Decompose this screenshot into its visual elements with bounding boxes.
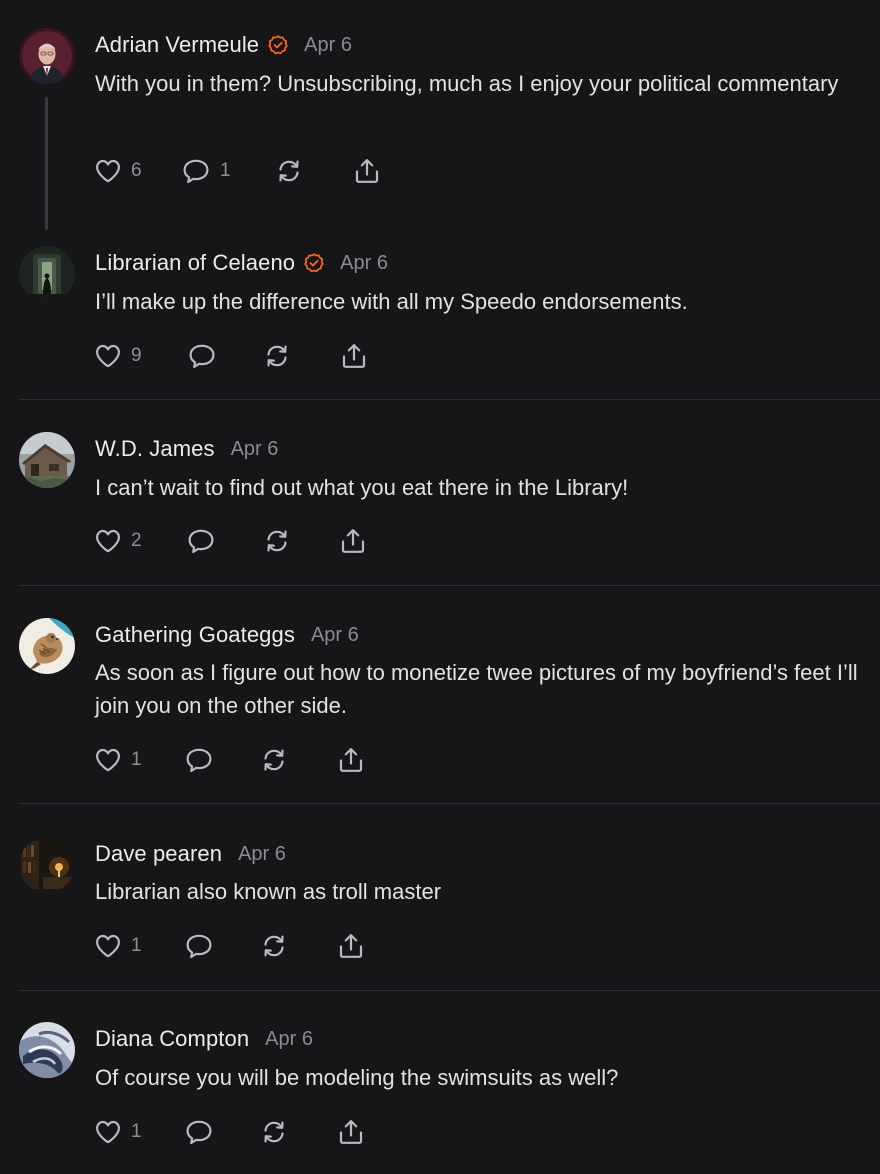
verified-badge-icon	[268, 35, 288, 55]
author-name[interactable]: Adrian Vermeule	[95, 32, 259, 58]
restack-icon	[262, 526, 292, 556]
comment-text: With you in them? Unsubscribing, much as…	[95, 71, 839, 96]
comment-text: I’ll make up the difference with all my …	[95, 289, 688, 314]
share-icon	[336, 931, 366, 961]
bird-drawing-icon	[19, 618, 75, 674]
avatar[interactable]	[19, 618, 75, 674]
restack-button[interactable]	[262, 526, 292, 556]
avatar[interactable]	[19, 432, 75, 488]
divider	[19, 585, 880, 586]
comment-bubble-icon	[186, 527, 216, 555]
avatar[interactable]	[19, 1022, 75, 1078]
author-name[interactable]: Diana Compton	[95, 1026, 249, 1052]
reply-button[interactable]	[186, 526, 216, 556]
comment-header: Adrian Vermeule Apr 6	[95, 30, 352, 60]
like-button[interactable]: 1	[94, 745, 142, 775]
verified-badge-icon	[304, 253, 324, 273]
like-count: 2	[131, 530, 142, 551]
share-button[interactable]	[352, 156, 382, 186]
old-cabin-icon	[19, 432, 75, 488]
comment-header: Dave pearen Apr 6	[95, 839, 286, 869]
heart-icon	[94, 746, 122, 774]
comment-text: Of course you will be modeling the swims…	[95, 1065, 619, 1090]
reply-count: 1	[220, 160, 231, 181]
comment-header: Librarian of Celaeno Apr 6	[95, 248, 388, 278]
comment-date[interactable]: Apr 6	[238, 843, 286, 866]
restack-icon	[259, 1117, 289, 1147]
restack-button[interactable]	[262, 341, 292, 371]
share-button[interactable]	[338, 526, 368, 556]
like-count: 1	[131, 749, 142, 770]
reply-button[interactable]	[184, 1117, 214, 1147]
comment-date[interactable]: Apr 6	[304, 34, 352, 57]
comment-date[interactable]: Apr 6	[231, 438, 279, 461]
restack-icon	[259, 745, 289, 775]
like-button[interactable]: 2	[94, 526, 142, 556]
share-icon	[336, 1117, 366, 1147]
heart-icon	[94, 527, 122, 555]
avatar[interactable]	[19, 837, 75, 893]
thread-line	[45, 97, 48, 230]
restack-icon	[259, 931, 289, 961]
dark-doorway-figure-icon	[19, 246, 75, 302]
like-count: 1	[131, 1121, 142, 1142]
share-button[interactable]	[336, 1117, 366, 1147]
comment-date[interactable]: Apr 6	[311, 624, 359, 647]
abstract-swirl-icon	[19, 1022, 75, 1078]
author-name[interactable]: W.D. James	[95, 436, 215, 462]
divider	[19, 990, 880, 991]
reply-button[interactable]: 1	[181, 156, 231, 186]
portrait-man-suit-icon	[19, 28, 75, 84]
candlelit-library-icon	[19, 837, 75, 893]
comment-text: Librarian also known as troll master	[95, 879, 442, 904]
comment-bubble-icon	[184, 1118, 214, 1146]
share-button[interactable]	[336, 745, 366, 775]
comment-header: Diana Compton Apr 6	[95, 1024, 313, 1054]
comment-bubble-icon	[187, 342, 217, 370]
reply-button[interactable]	[184, 745, 214, 775]
restack-button[interactable]	[259, 1117, 289, 1147]
restack-icon	[274, 156, 304, 186]
comment-text: I can’t wait to find out what you eat th…	[95, 475, 629, 500]
heart-icon	[94, 932, 122, 960]
heart-icon	[94, 342, 122, 370]
comment-date[interactable]: Apr 6	[265, 1028, 313, 1051]
restack-button[interactable]	[274, 156, 304, 186]
share-icon	[339, 341, 369, 371]
like-button[interactable]: 1	[94, 931, 142, 961]
comment-bubble-icon	[184, 932, 214, 960]
divider	[19, 399, 880, 400]
share-icon	[338, 526, 368, 556]
reply-button[interactable]	[187, 341, 217, 371]
avatar[interactable]	[19, 246, 75, 302]
author-name[interactable]: Librarian of Celaeno	[95, 250, 295, 276]
like-button[interactable]: 9	[94, 341, 142, 371]
like-button[interactable]: 1	[94, 1117, 142, 1147]
author-name[interactable]: Gathering Goateggs	[95, 622, 295, 648]
comment-bubble-icon	[181, 157, 211, 185]
comment-date[interactable]: Apr 6	[340, 252, 388, 275]
reply-button[interactable]	[184, 931, 214, 961]
share-icon	[352, 156, 382, 186]
restack-button[interactable]	[259, 745, 289, 775]
divider	[19, 803, 880, 804]
comment-bubble-icon	[184, 746, 214, 774]
heart-icon	[94, 1118, 122, 1146]
restack-button[interactable]	[259, 931, 289, 961]
avatar[interactable]	[19, 28, 75, 84]
share-button[interactable]	[336, 931, 366, 961]
restack-icon	[262, 341, 292, 371]
comment-header: W.D. James Apr 6	[95, 434, 278, 464]
share-icon	[336, 745, 366, 775]
comment-text: As soon as I figure out how to monetize …	[95, 660, 858, 718]
like-count: 6	[131, 160, 142, 181]
like-count: 1	[131, 935, 142, 956]
author-name[interactable]: Dave pearen	[95, 841, 222, 867]
heart-icon	[94, 157, 122, 185]
like-count: 9	[131, 345, 142, 366]
share-button[interactable]	[339, 341, 369, 371]
comment-header: Gathering Goateggs Apr 6	[95, 620, 359, 650]
like-button[interactable]: 6	[94, 156, 142, 186]
